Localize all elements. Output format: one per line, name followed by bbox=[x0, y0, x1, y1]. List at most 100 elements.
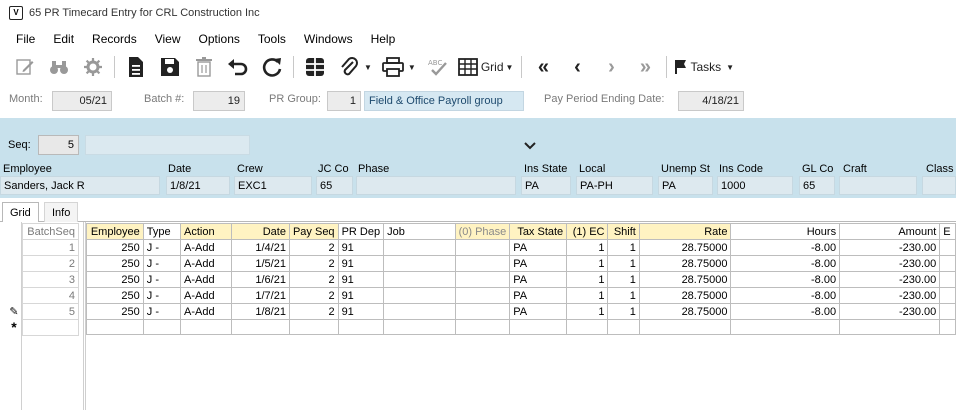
cell-job[interactable] bbox=[383, 255, 456, 272]
cell-employee[interactable]: 250 bbox=[86, 271, 144, 288]
col-rate[interactable]: Rate bbox=[638, 223, 732, 240]
chevron-down-icon[interactable] bbox=[524, 140, 536, 154]
cell-pr-dept[interactable]: 91 bbox=[337, 303, 385, 320]
cell-phase[interactable] bbox=[454, 271, 511, 288]
cell-rate[interactable]: 28.75000 bbox=[638, 271, 732, 288]
pay-period-ending-field[interactable]: 4/18/21 bbox=[678, 91, 744, 111]
cell-shift[interactable]: 1 bbox=[607, 239, 640, 256]
cell-action[interactable]: A-Add bbox=[180, 271, 233, 288]
cell-phase[interactable] bbox=[454, 319, 511, 335]
table-row[interactable]: 250 J - A-Add 1/4/21 2 91 PA 1 1 28.7500… bbox=[86, 239, 956, 256]
cell-phase[interactable] bbox=[454, 303, 511, 320]
cell-action[interactable]: A-Add bbox=[180, 255, 233, 272]
cell-shift[interactable]: 1 bbox=[607, 255, 640, 272]
grid-dropdown-icon[interactable]: ▼ bbox=[506, 63, 514, 72]
cell-pr-dept[interactable]: 91 bbox=[337, 271, 385, 288]
cell-action[interactable]: A-Add bbox=[180, 287, 233, 304]
cell-phase[interactable] bbox=[454, 287, 511, 304]
col-e[interactable]: E bbox=[939, 223, 956, 240]
cell-amount[interactable]: -230.00 bbox=[839, 255, 941, 272]
cell-phase[interactable] bbox=[454, 239, 511, 256]
cell-earn-code[interactable]: 1 bbox=[566, 287, 609, 304]
cell-shift[interactable]: 1 bbox=[607, 271, 640, 288]
gear-icon[interactable] bbox=[80, 54, 106, 80]
cell-e[interactable] bbox=[939, 271, 956, 288]
document-icon[interactable] bbox=[123, 54, 149, 80]
menu-windows[interactable]: Windows bbox=[295, 32, 362, 46]
cell-earn-code[interactable] bbox=[566, 319, 609, 335]
cell-pay-seq[interactable]: 2 bbox=[288, 239, 339, 256]
cell-job[interactable] bbox=[383, 287, 456, 304]
cell-shift[interactable] bbox=[607, 319, 640, 335]
last-record-icon[interactable]: » bbox=[632, 54, 658, 80]
cell-tax-state[interactable]: PA bbox=[509, 271, 568, 288]
cell-rate[interactable]: 28.75000 bbox=[638, 239, 732, 256]
cell-pay-seq[interactable] bbox=[288, 319, 339, 335]
craft-field[interactable] bbox=[839, 176, 917, 195]
menu-file[interactable]: File bbox=[0, 32, 44, 46]
cell-type[interactable]: J - bbox=[142, 255, 182, 272]
cell-tax-state[interactable]: PA bbox=[509, 255, 568, 272]
cell-rate[interactable]: 28.75000 bbox=[638, 303, 732, 320]
cell-rate[interactable]: 28.75000 bbox=[638, 255, 732, 272]
trash-icon[interactable] bbox=[191, 54, 217, 80]
cell-pr-dept[interactable] bbox=[337, 319, 385, 335]
cell-hours[interactable]: -8.00 bbox=[730, 239, 841, 256]
cell-pr-dept[interactable]: 91 bbox=[337, 239, 385, 256]
col-amount[interactable]: Amount bbox=[839, 223, 941, 240]
refresh-icon[interactable] bbox=[259, 54, 285, 80]
batchseq-cell[interactable] bbox=[22, 319, 79, 336]
cell-employee[interactable] bbox=[86, 319, 144, 335]
col-tax-state[interactable]: Tax State bbox=[509, 223, 568, 240]
cell-amount[interactable]: -230.00 bbox=[839, 239, 941, 256]
cell-e[interactable] bbox=[939, 319, 956, 335]
binoculars-icon[interactable] bbox=[46, 54, 72, 80]
next-record-icon[interactable]: › bbox=[598, 54, 624, 80]
cell-rate[interactable] bbox=[638, 319, 732, 335]
cell-action[interactable]: A-Add bbox=[180, 239, 233, 256]
menu-records[interactable]: Records bbox=[83, 32, 146, 46]
cell-shift[interactable]: 1 bbox=[607, 303, 640, 320]
jc-co-field[interactable]: 65 bbox=[316, 176, 353, 195]
menu-view[interactable]: View bbox=[146, 32, 190, 46]
table-row[interactable]: 250 J - A-Add 1/7/21 2 91 PA 1 1 28.7500… bbox=[86, 287, 956, 304]
cell-type[interactable] bbox=[142, 319, 182, 335]
tab-grid[interactable]: Grid bbox=[2, 202, 39, 223]
cell-pay-seq[interactable]: 2 bbox=[288, 271, 339, 288]
col-action[interactable]: Action bbox=[180, 223, 233, 240]
grid-view-icon[interactable] bbox=[302, 54, 328, 80]
col-shift[interactable]: Shift bbox=[607, 223, 640, 240]
cell-date[interactable]: 1/7/21 bbox=[231, 287, 290, 304]
month-field[interactable]: 05/21 bbox=[52, 91, 112, 111]
cell-e[interactable] bbox=[939, 239, 956, 256]
cell-hours[interactable]: -8.00 bbox=[730, 287, 841, 304]
cell-hours[interactable]: -8.00 bbox=[730, 303, 841, 320]
ins-state-field[interactable]: PA bbox=[521, 176, 571, 195]
cell-rate[interactable]: 28.75000 bbox=[638, 287, 732, 304]
local-field[interactable]: PA-PH bbox=[576, 176, 653, 195]
cell-e[interactable] bbox=[939, 303, 956, 320]
col-earn-code[interactable]: (1) EC bbox=[566, 223, 609, 240]
cell-amount[interactable]: -230.00 bbox=[839, 287, 941, 304]
cell-employee[interactable]: 250 bbox=[86, 255, 144, 272]
unemp-st-field[interactable]: PA bbox=[658, 176, 713, 195]
cell-earn-code[interactable]: 1 bbox=[566, 303, 609, 320]
batchseq-cell[interactable]: 2 bbox=[22, 255, 79, 272]
cell-type[interactable]: J - bbox=[142, 303, 182, 320]
col-pr-dept[interactable]: PR Dep bbox=[337, 223, 385, 240]
cell-amount[interactable]: -230.00 bbox=[839, 303, 941, 320]
cell-amount[interactable]: -230.00 bbox=[839, 271, 941, 288]
pr-group-field[interactable]: 1 bbox=[327, 91, 361, 111]
cell-pay-seq[interactable]: 2 bbox=[288, 287, 339, 304]
cell-hours[interactable]: -8.00 bbox=[730, 271, 841, 288]
attachment-dropdown-icon[interactable]: ▼ bbox=[364, 63, 372, 72]
cell-date[interactable]: 1/5/21 bbox=[231, 255, 290, 272]
save-icon[interactable] bbox=[157, 54, 183, 80]
gl-co-field[interactable]: 65 bbox=[799, 176, 835, 195]
cell-type[interactable]: J - bbox=[142, 271, 182, 288]
cell-job[interactable] bbox=[383, 271, 456, 288]
table-row[interactable]: 250 J - A-Add 1/6/21 2 91 PA 1 1 28.7500… bbox=[86, 271, 956, 288]
table-row[interactable]: 250 J - A-Add 1/8/21 2 91 PA 1 1 28.7500… bbox=[86, 303, 956, 320]
cell-earn-code[interactable]: 1 bbox=[566, 255, 609, 272]
col-pay-seq[interactable]: Pay Seq bbox=[288, 223, 339, 240]
